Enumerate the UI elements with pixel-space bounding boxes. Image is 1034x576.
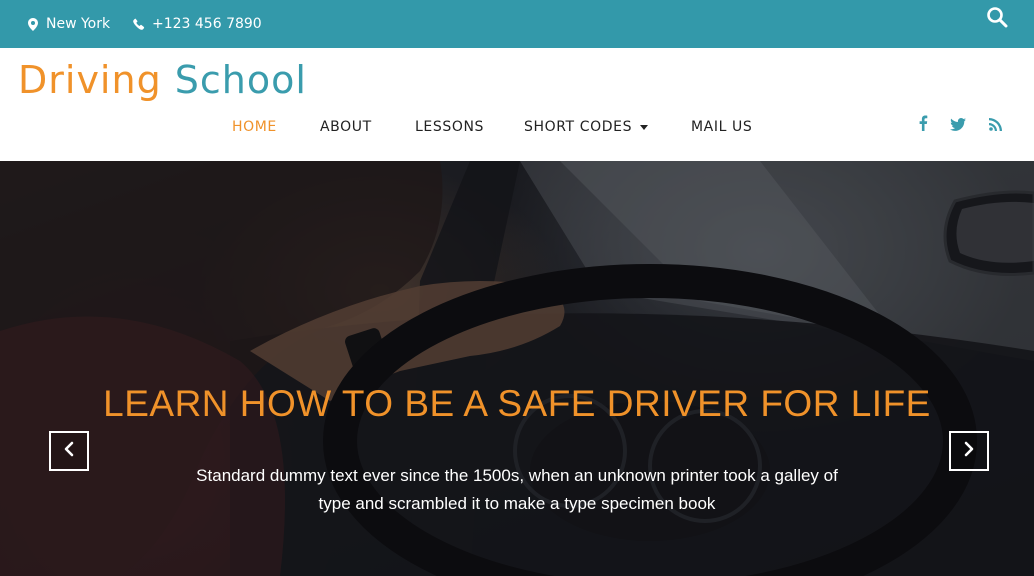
slider-next-button[interactable] [949, 431, 989, 471]
phone-info[interactable]: +123 456 7890 [132, 0, 262, 48]
hero-title: LEARN HOW TO BE A SAFE DRIVER FOR LIFE [103, 383, 931, 424]
facebook-link[interactable] [912, 114, 934, 136]
slider-prev-button[interactable] [49, 431, 89, 471]
caret-down-icon [640, 124, 649, 130]
hero-slider: LEARN HOW TO BE A SAFE DRIVER FOR LIFE S… [0, 161, 1034, 576]
nav-item-mail-us[interactable]: MAIL US [691, 116, 752, 138]
nav-item-home[interactable]: HOME [232, 116, 277, 138]
location-text: New York [46, 16, 111, 32]
twitter-link[interactable] [947, 114, 969, 136]
map-pin-icon [26, 17, 40, 31]
phone-icon [132, 17, 146, 31]
nav-item-about[interactable]: ABOUT [320, 116, 372, 138]
phone-text: +123 456 7890 [152, 16, 262, 32]
search-icon [986, 6, 1008, 32]
logo-word-driving: Driving [18, 58, 162, 102]
rss-icon [988, 116, 1002, 135]
site-logo[interactable]: Driving School [18, 58, 307, 102]
site-header: Driving School HOME ABOUT LESSONS SHORT … [0, 48, 1034, 161]
chevron-left-icon [63, 441, 75, 461]
chevron-right-icon [963, 441, 975, 461]
logo-word-school: School [174, 58, 307, 102]
hero-description: Standard dummy text ever since the 1500s… [196, 466, 838, 513]
twitter-icon [950, 116, 966, 135]
search-button[interactable] [984, 6, 1010, 32]
rss-link[interactable] [984, 114, 1006, 136]
nav-item-short-codes-label: SHORT CODES [524, 119, 633, 135]
nav-item-lessons[interactable]: LESSONS [415, 116, 484, 138]
location-info: New York [26, 0, 110, 48]
nav-item-short-codes[interactable]: SHORT CODES [524, 116, 649, 138]
top-bar: New York +123 456 7890 [0, 0, 1034, 48]
facebook-icon [918, 115, 928, 135]
